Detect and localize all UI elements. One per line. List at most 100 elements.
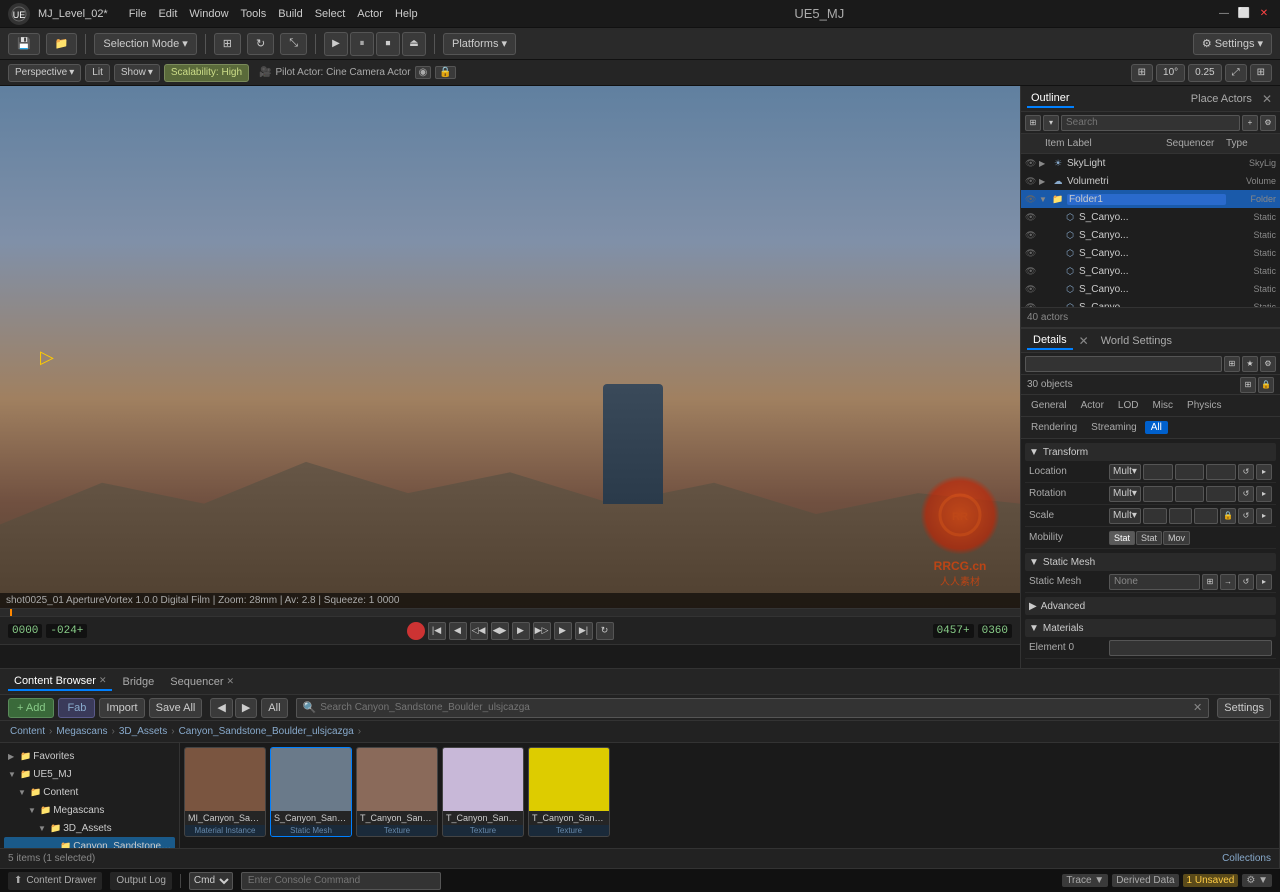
rotation-x[interactable]: [1143, 486, 1173, 502]
trace-button[interactable]: Trace ▼: [1062, 874, 1108, 887]
perspective-button[interactable]: Perspective ▾: [8, 64, 81, 82]
stat2-button[interactable]: Stat: [1136, 531, 1162, 545]
expand-icon[interactable]: ▼: [1039, 195, 1051, 204]
visibility-icon[interactable]: 👁: [1025, 194, 1039, 205]
scale-z[interactable]: [1194, 508, 1218, 524]
maximize-button[interactable]: ⬜: [1236, 6, 1252, 22]
asset-item-0[interactable]: MI_Canyon_Sandstone_Boulder... Material …: [184, 747, 266, 837]
materials-header[interactable]: ▼ Materials: [1025, 619, 1276, 637]
location-reset-button[interactable]: ↺: [1238, 464, 1254, 480]
outliner-tab[interactable]: Outliner: [1027, 90, 1074, 108]
import-button[interactable]: Import: [99, 698, 144, 718]
filter-physics[interactable]: Physics: [1181, 399, 1227, 412]
details-star-button[interactable]: ★: [1242, 356, 1258, 372]
minimize-button[interactable]: —: [1216, 6, 1232, 22]
outliner-sort-button[interactable]: ▾: [1043, 115, 1059, 131]
tree-item-3[interactable]: ▼ 📁 Megascans: [4, 801, 175, 819]
outliner-item-4[interactable]: 👁 ⬡ S_Canyo... Static: [1021, 226, 1280, 244]
rotate-button[interactable]: ↻: [247, 33, 274, 55]
location-x[interactable]: [1143, 464, 1173, 480]
location-y[interactable]: [1175, 464, 1205, 480]
speed-button[interactable]: 0.25: [1188, 64, 1221, 82]
filter-general[interactable]: General: [1025, 399, 1073, 412]
play-reverse-button[interactable]: ◀▶: [491, 622, 509, 640]
filter-all[interactable]: All: [1145, 421, 1168, 434]
details-settings-button[interactable]: ⚙: [1260, 356, 1276, 372]
snap-button[interactable]: ⊞: [214, 33, 241, 55]
save-button[interactable]: 💾: [8, 33, 40, 55]
expand-icon[interactable]: ▶: [1039, 177, 1051, 186]
close-details-button[interactable]: ✕: [1077, 334, 1091, 348]
location-z[interactable]: [1206, 464, 1236, 480]
scale-reset-button[interactable]: ↺: [1238, 508, 1254, 524]
transform-header[interactable]: ▼ Transform: [1025, 443, 1276, 461]
details-filter-button[interactable]: ⊞: [1224, 356, 1240, 372]
menu-build[interactable]: Build: [273, 6, 307, 22]
scale-lock-button[interactable]: 🔒: [1220, 508, 1236, 524]
outliner-item-2[interactable]: 👁 ▼ 📁 Folder1 Folder: [1021, 190, 1280, 208]
cmd-input[interactable]: [241, 872, 441, 890]
outliner-filter-button[interactable]: ⊞: [1025, 115, 1041, 131]
bridge-tab[interactable]: Bridge: [116, 674, 160, 690]
viewport[interactable]: ▷ RR RRCG.cn 人人素材 shot0025_01 ApertureVo…: [0, 86, 1020, 608]
lit-button[interactable]: Lit: [85, 64, 110, 82]
outliner-item-7[interactable]: 👁 ⬡ S_Canyo... Static: [1021, 280, 1280, 298]
content-browser-tab-close[interactable]: ✕: [99, 675, 107, 686]
visibility-icon[interactable]: 👁: [1025, 284, 1039, 295]
angle-button[interactable]: 10°: [1156, 64, 1185, 82]
cb-search-clear[interactable]: ✕: [1193, 701, 1202, 714]
cb-back-button[interactable]: ◀: [210, 698, 232, 718]
filter-rendering[interactable]: Rendering: [1025, 421, 1083, 434]
tree-item-0[interactable]: ▶ 📁 Favorites: [4, 747, 175, 765]
cb-search-input[interactable]: [320, 702, 1189, 713]
stat-button[interactable]: Stat: [1109, 531, 1135, 545]
camera-toggle-icon[interactable]: ◉: [415, 66, 432, 79]
show-button[interactable]: Show ▾: [114, 64, 160, 82]
menu-window[interactable]: Window: [184, 6, 233, 22]
outliner-item-3[interactable]: 👁 ⬡ S_Canyo... Static: [1021, 208, 1280, 226]
timeline-bar[interactable]: [0, 609, 1020, 617]
filter-lod[interactable]: LOD: [1112, 399, 1145, 412]
scale-x[interactable]: [1143, 508, 1167, 524]
timeline-track[interactable]: [0, 644, 1020, 668]
prev-key-button[interactable]: ◁◀: [470, 622, 488, 640]
loop-button[interactable]: ↻: [596, 622, 614, 640]
tree-item-4[interactable]: ▼ 📁 3D_Assets: [4, 819, 175, 837]
cmd-mode-select[interactable]: Cmd: [189, 872, 233, 890]
static-mesh-expand-button[interactable]: ▸: [1256, 574, 1272, 590]
record-button[interactable]: [407, 622, 425, 640]
static-mesh-browse-button[interactable]: ⊞: [1202, 574, 1218, 590]
menu-select[interactable]: Select: [310, 6, 351, 22]
derived-data-button[interactable]: Derived Data: [1112, 874, 1178, 887]
content-browser-tab[interactable]: Content Browser ✕: [8, 673, 112, 691]
fab-button[interactable]: Fab: [58, 698, 95, 718]
pause-button[interactable]: ⏸: [350, 32, 374, 56]
close-button[interactable]: ✕: [1256, 6, 1272, 22]
visibility-icon[interactable]: 👁: [1025, 158, 1039, 169]
asset-item-4[interactable]: T_Canyon_Sandstone_Boulder... Texture: [528, 747, 610, 837]
outliner-add-button[interactable]: +: [1242, 115, 1258, 131]
rotation-z[interactable]: [1206, 486, 1236, 502]
scale-expand-button[interactable]: ▸: [1256, 508, 1272, 524]
details-browse-button[interactable]: ⊞: [1240, 377, 1256, 393]
visibility-icon[interactable]: 👁: [1025, 176, 1039, 187]
rotation-reset-button[interactable]: ↺: [1238, 486, 1254, 502]
scale-button[interactable]: ⤡: [280, 33, 307, 55]
asset-item-2[interactable]: T_Canyon_Sandstone_Boulder... Texture: [356, 747, 438, 837]
collections-label[interactable]: Collections: [1222, 853, 1271, 864]
visibility-icon[interactable]: 👁: [1025, 230, 1039, 241]
add-button[interactable]: + Add: [8, 698, 54, 718]
content-drawer-tab[interactable]: ⬆ Content Drawer: [8, 872, 102, 890]
expand-icon[interactable]: ▶: [1039, 159, 1051, 168]
grid-toggle-button[interactable]: ⊞: [1131, 64, 1153, 82]
prev-frame-button[interactable]: ◀: [449, 622, 467, 640]
menu-tools[interactable]: Tools: [236, 6, 272, 22]
sequencer-tab-close[interactable]: ✕: [227, 676, 235, 687]
cb-settings-button[interactable]: Settings: [1217, 698, 1271, 718]
tree-item-5[interactable]: 📁 Canyon_Sandstone_Boulder_ulsjcazga: [4, 837, 175, 848]
next-frame-button[interactable]: ▶: [554, 622, 572, 640]
tree-item-2[interactable]: ▼ 📁 Content: [4, 783, 175, 801]
go-start-button[interactable]: |◀: [428, 622, 446, 640]
outliner-item-6[interactable]: 👁 ⬡ S_Canyo... Static: [1021, 262, 1280, 280]
play-button[interactable]: ▶: [324, 32, 348, 56]
